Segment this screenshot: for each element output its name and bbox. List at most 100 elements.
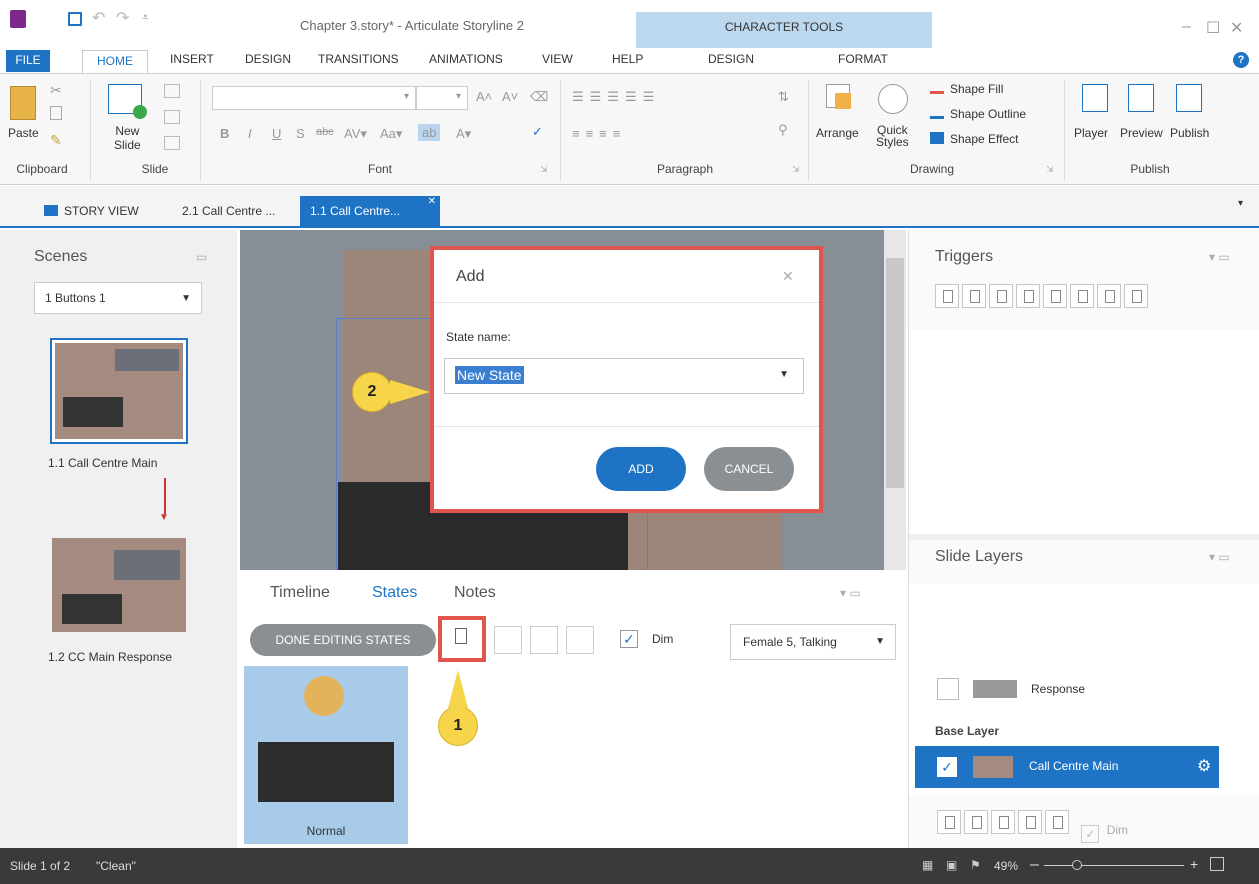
- paste-trigger-icon[interactable]: [1016, 284, 1040, 308]
- character-spacing-icon[interactable]: AV▾: [344, 126, 367, 142]
- tab-slide-1-1[interactable]: 1.1 Call Centre... ✕: [300, 196, 440, 228]
- chevron-down-icon[interactable]: ▼: [779, 369, 789, 380]
- save-icon[interactable]: [68, 12, 82, 26]
- add-button[interactable]: ADD: [596, 447, 686, 491]
- gear-icon[interactable]: ⚙: [1197, 756, 1211, 776]
- zoom-slider[interactable]: [1044, 860, 1184, 870]
- copy-trigger-icon[interactable]: [989, 284, 1013, 308]
- publish-button[interactable]: Publish: [1170, 126, 1209, 140]
- slide-master-icon[interactable]: ▣: [946, 858, 957, 872]
- tab-animations[interactable]: ANIMATIONS: [429, 52, 503, 74]
- player-icon[interactable]: [1082, 84, 1108, 112]
- underline-icon[interactable]: U: [272, 126, 281, 141]
- font-family-select[interactable]: ▾: [212, 86, 416, 110]
- scenes-panel-pin-icon[interactable]: ▭: [196, 250, 207, 264]
- shape-effect-button[interactable]: Shape Effect: [950, 132, 1019, 146]
- font-size-select[interactable]: ▾: [416, 86, 468, 110]
- find-icon[interactable]: ⚲: [778, 122, 788, 138]
- done-editing-states-button[interactable]: DONE EDITING STATES: [250, 624, 436, 656]
- panel-menu-icon[interactable]: ▾ ▭: [840, 586, 861, 600]
- cut-icon[interactable]: ✂: [50, 82, 62, 99]
- shape-outline-button[interactable]: Shape Outline: [950, 107, 1026, 121]
- dialog-close-icon[interactable]: ✕: [782, 268, 794, 285]
- fit-to-window-icon[interactable]: [1210, 857, 1224, 871]
- tab-format[interactable]: FORMAT: [838, 52, 888, 74]
- new-layer-icon[interactable]: [937, 810, 961, 834]
- layer-base-checkbox[interactable]: ✓: [937, 757, 957, 777]
- slide-show-icon[interactable]: ⚑: [970, 858, 981, 872]
- layers-dim-checkbox[interactable]: ✓: [1081, 825, 1100, 843]
- tab-design[interactable]: DESIGN: [245, 52, 291, 74]
- duplicate-layer-icon[interactable]: [964, 810, 988, 834]
- paragraph-tools-row1[interactable]: ☰☰☰☰☰: [572, 89, 660, 105]
- slide-thumbnail[interactable]: [52, 538, 186, 632]
- zoom-out-icon[interactable]: –: [1030, 856, 1039, 874]
- quick-access-menu-icon[interactable]: ⩡: [142, 10, 149, 25]
- tab-transitions[interactable]: TRANSITIONS: [318, 52, 399, 74]
- tab-home[interactable]: HOME: [82, 50, 148, 74]
- paste-icon[interactable]: [10, 86, 36, 120]
- layout-icon[interactable]: [164, 84, 180, 98]
- drawing-dialog-launcher-icon[interactable]: ⇲: [1046, 164, 1054, 175]
- shape-outline-icon[interactable]: [930, 107, 944, 119]
- close-tab-icon[interactable]: ✕: [428, 196, 436, 207]
- state-normal[interactable]: Normal: [244, 666, 408, 844]
- player-button[interactable]: Player: [1074, 126, 1108, 140]
- state-name-input[interactable]: New State: [455, 366, 524, 384]
- redo-icon[interactable]: ↷: [116, 8, 129, 28]
- trigger-options-icon[interactable]: [1124, 284, 1148, 308]
- strikethrough-icon[interactable]: abc: [316, 126, 334, 138]
- tab-help[interactable]: HELP: [612, 52, 643, 74]
- shrink-font-icon[interactable]: A˅: [502, 89, 518, 104]
- delete-trigger-icon[interactable]: [1043, 284, 1067, 308]
- preview-button[interactable]: Preview: [1120, 126, 1163, 140]
- paste-button[interactable]: Paste: [8, 126, 39, 140]
- arrange-icon[interactable]: [826, 84, 851, 109]
- shape-fill-button[interactable]: Shape Fill: [950, 82, 1003, 96]
- shadow-icon[interactable]: S: [296, 126, 305, 141]
- paste-layer-icon[interactable]: [1018, 810, 1042, 834]
- font-dialog-launcher-icon[interactable]: ⇲: [540, 164, 548, 175]
- tab-file[interactable]: FILE: [6, 50, 50, 72]
- clear-format-icon[interactable]: ⌫: [530, 89, 548, 105]
- maximize-icon[interactable]: ☐: [1206, 18, 1220, 38]
- tab-notes[interactable]: Notes: [454, 584, 496, 602]
- layer-base-row[interactable]: ✓ Call Centre Main ⚙: [915, 746, 1219, 788]
- copy-layer-icon[interactable]: [991, 810, 1015, 834]
- state-name-combobox[interactable]: New State ▼: [444, 358, 804, 394]
- minimize-icon[interactable]: –: [1182, 18, 1191, 36]
- tab-character-design[interactable]: DESIGN: [708, 52, 754, 74]
- layer-response-label[interactable]: Response: [1031, 682, 1085, 696]
- layer-response-checkbox[interactable]: [937, 678, 959, 700]
- cancel-button[interactable]: CANCEL: [704, 447, 794, 491]
- paragraph-tools-row2[interactable]: ≡≡≡≡: [572, 126, 626, 141]
- arrange-button[interactable]: Arrange: [816, 126, 859, 140]
- new-slide-button[interactable]: New Slide: [114, 124, 141, 152]
- move-down-icon[interactable]: [1097, 284, 1121, 308]
- panel-divider[interactable]: [909, 534, 1259, 540]
- tab-story-view[interactable]: STORY VIEW: [34, 196, 149, 228]
- spelling-icon[interactable]: ✓: [532, 124, 543, 140]
- copy-icon[interactable]: [50, 106, 62, 120]
- format-painter-icon[interactable]: ✎: [50, 132, 62, 149]
- delete-state-icon[interactable]: [530, 626, 558, 654]
- new-state-button[interactable]: [438, 616, 486, 662]
- slide-options-icon[interactable]: [164, 136, 180, 150]
- layers-menu-icon[interactable]: ▾ ▭: [1209, 550, 1230, 564]
- new-trigger-icon[interactable]: [935, 284, 959, 308]
- preview-icon[interactable]: [1128, 84, 1154, 112]
- paragraph-dialog-launcher-icon[interactable]: ⇲: [792, 164, 800, 175]
- close-icon[interactable]: ✕: [1230, 18, 1243, 38]
- publish-icon[interactable]: [1176, 84, 1202, 112]
- tab-timeline[interactable]: Timeline: [270, 584, 330, 602]
- character-select[interactable]: Female 5, Talking ▼: [730, 624, 896, 660]
- triggers-menu-icon[interactable]: ▾ ▭: [1209, 250, 1230, 264]
- tab-insert[interactable]: INSERT: [170, 52, 214, 74]
- tabs-menu-icon[interactable]: ▾: [1238, 198, 1243, 209]
- tab-view[interactable]: VIEW: [542, 52, 573, 74]
- normal-view-icon[interactable]: ▦: [922, 858, 933, 872]
- bold-icon[interactable]: B: [220, 126, 229, 141]
- undo-icon[interactable]: ↶: [92, 8, 105, 28]
- highlight-icon[interactable]: ab: [418, 124, 441, 141]
- scene-select[interactable]: 1 Buttons 1 ▼: [34, 282, 202, 314]
